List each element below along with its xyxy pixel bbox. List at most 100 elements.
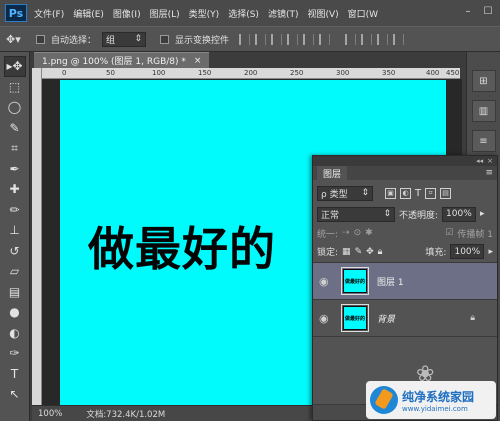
- align-bottom-icon[interactable]: [271, 33, 283, 45]
- show-transform-checkbox[interactable]: [160, 34, 170, 44]
- lasso-tool-icon[interactable]: ◯: [4, 97, 26, 118]
- zoom-level[interactable]: 100%: [38, 409, 62, 419]
- opacity-label: 不透明度:: [399, 210, 439, 221]
- window-controls: – ☐: [460, 4, 496, 18]
- lock-all-icon[interactable]: 🔒︎: [378, 247, 383, 257]
- marquee-tool-icon[interactable]: ⬚: [4, 77, 26, 98]
- dodge-tool-icon[interactable]: ◐: [4, 323, 26, 344]
- lock-image-icon[interactable]: ✎: [355, 247, 363, 257]
- blend-mode-dropdown[interactable]: 正常 ⇕: [317, 206, 395, 222]
- eraser-tool-icon[interactable]: ▱: [4, 261, 26, 282]
- quick-select-tool-icon[interactable]: ✎: [4, 118, 26, 139]
- dropdown-arrow-icon: ⇕: [383, 209, 391, 219]
- adjustments-panel-icon[interactable]: ≡: [471, 130, 496, 152]
- photoshop-logo: Ps: [5, 4, 27, 22]
- unify-position-icon[interactable]: ⇢: [342, 228, 350, 238]
- ruler-tick: 350: [382, 69, 396, 77]
- align-left-icon[interactable]: [287, 33, 299, 45]
- menu-file[interactable]: 文件(F): [34, 7, 64, 20]
- gradient-tool-icon[interactable]: ▤: [4, 282, 26, 303]
- crop-tool-icon[interactable]: ⌗: [4, 138, 26, 159]
- clone-stamp-tool-icon[interactable]: ⊥: [4, 220, 26, 241]
- history-panel-icon[interactable]: ⊞: [471, 70, 496, 92]
- eye-icon[interactable]: ◉: [319, 275, 333, 288]
- opacity-input[interactable]: 100%: [442, 206, 477, 222]
- tab-layers[interactable]: 图层: [317, 165, 348, 181]
- eye-icon[interactable]: ◉: [319, 312, 333, 325]
- auto-select-checkbox[interactable]: [36, 34, 45, 44]
- menu-window[interactable]: 窗口(W: [348, 7, 378, 20]
- blur-tool-icon[interactable]: ●: [4, 302, 26, 323]
- layer-thumbnail-image: 做最好的: [343, 269, 367, 293]
- layer-thumbnail: 做最好的: [341, 267, 369, 295]
- align-center-icon[interactable]: [303, 33, 315, 45]
- healing-brush-tool-icon[interactable]: ✚: [4, 179, 26, 200]
- layer-thumbnail-image: 做最好的: [343, 306, 367, 330]
- brush-tool-icon[interactable]: ✏: [4, 200, 26, 221]
- menu-select[interactable]: 选择(S): [228, 7, 259, 20]
- collapse-icon[interactable]: ◂◂: [476, 157, 483, 165]
- move-tool-preset-icon[interactable]: ✥▾: [6, 30, 30, 48]
- adjustment-filter-icon[interactable]: ◐: [400, 187, 411, 199]
- vertical-ruler: [32, 68, 42, 405]
- ruler-tick: 50: [106, 69, 115, 77]
- align-top-icon[interactable]: [239, 33, 251, 45]
- maximize-icon[interactable]: ☐: [480, 4, 496, 18]
- history-brush-tool-icon[interactable]: ↺: [4, 241, 26, 262]
- path-select-tool-icon[interactable]: ↖: [4, 384, 26, 405]
- lock-position-icon[interactable]: ✥: [366, 247, 374, 257]
- propagate-checkbox[interactable]: ☑: [445, 228, 453, 238]
- watermark-text: 纯净系统家园 www.yidaimei.com: [402, 388, 474, 413]
- eyedropper-tool-icon[interactable]: ✒: [4, 159, 26, 180]
- show-transform-label: 显示变换控件: [175, 35, 230, 46]
- type-filter-icon[interactable]: T: [415, 188, 421, 199]
- lock-icon: 🔒︎: [470, 313, 475, 323]
- blend-mode-value: 正常: [321, 210, 340, 221]
- close-icon[interactable]: ×: [194, 56, 202, 66]
- watermark-title: 纯净系统家园: [402, 389, 475, 404]
- dropdown-arrow-icon: ⇕: [361, 188, 369, 198]
- filter-kind-dropdown[interactable]: ρ 类型 ⇕: [317, 185, 373, 201]
- type-tool-icon[interactable]: T: [4, 364, 26, 385]
- pen-tool-icon[interactable]: ✑: [4, 343, 26, 364]
- smart-object-filter-icon[interactable]: ▤: [440, 187, 452, 199]
- layer-name[interactable]: 背景: [377, 312, 395, 325]
- align-middle-icon[interactable]: [255, 33, 267, 45]
- shape-filter-icon[interactable]: ⌗: [425, 187, 437, 199]
- menu-filter[interactable]: 滤镜(T): [268, 7, 299, 20]
- chevron-down-icon[interactable]: ▸: [480, 209, 485, 219]
- pixel-filter-icon[interactable]: ▣: [385, 187, 396, 199]
- auto-select-dropdown[interactable]: 组 ⇕: [102, 31, 147, 47]
- auto-select-value: 组: [106, 35, 116, 46]
- layer-row-layer1[interactable]: ◉ 做最好的 图层 1: [313, 263, 497, 300]
- distribute-top-icon[interactable]: [345, 33, 357, 45]
- properties-panel-icon[interactable]: ▥: [471, 100, 496, 122]
- menu-type[interactable]: 类型(Y): [189, 7, 220, 20]
- watermark-url: www.yidaimei.com: [402, 404, 468, 413]
- chevron-down-icon[interactable]: ▸: [488, 247, 493, 257]
- close-panel-icon[interactable]: ×: [487, 157, 493, 165]
- menu-view[interactable]: 视图(V): [307, 7, 338, 20]
- fill-input[interactable]: 100%: [450, 244, 485, 259]
- distribute-bottom-icon[interactable]: [377, 33, 389, 45]
- distribute-left-icon[interactable]: [393, 33, 405, 45]
- minimize-icon[interactable]: –: [460, 4, 476, 18]
- align-right-icon[interactable]: [319, 33, 331, 45]
- layer-thumbnail: 做最好的: [341, 304, 369, 332]
- unify-style-icon[interactable]: ✱: [365, 228, 373, 238]
- distribute-middle-icon[interactable]: [361, 33, 373, 45]
- unify-visibility-icon[interactable]: ⊙: [354, 228, 362, 238]
- menu-layer[interactable]: 图层(L): [150, 7, 180, 20]
- blend-row: 正常 ⇕ 不透明度: 100% ▸: [313, 203, 497, 225]
- layer-name[interactable]: 图层 1: [377, 275, 404, 288]
- document-tab[interactable]: 1.png @ 100% (图层 1, RGB/8) * ×: [34, 52, 210, 68]
- move-tool-icon[interactable]: ▸✥: [3, 56, 26, 77]
- filter-kind-value: ρ 类型: [321, 189, 348, 200]
- dropdown-arrow-icon: ⇕: [134, 34, 143, 44]
- layer-row-background[interactable]: ◉ 做最好的 背景 🔒︎: [313, 300, 497, 337]
- watermark-logo-icon: [370, 386, 398, 414]
- panel-menu-icon[interactable]: ≡: [485, 168, 493, 178]
- menu-edit[interactable]: 编辑(E): [73, 7, 104, 20]
- lock-transparent-icon[interactable]: ▦: [342, 247, 351, 257]
- menu-image[interactable]: 图像(I): [113, 7, 141, 20]
